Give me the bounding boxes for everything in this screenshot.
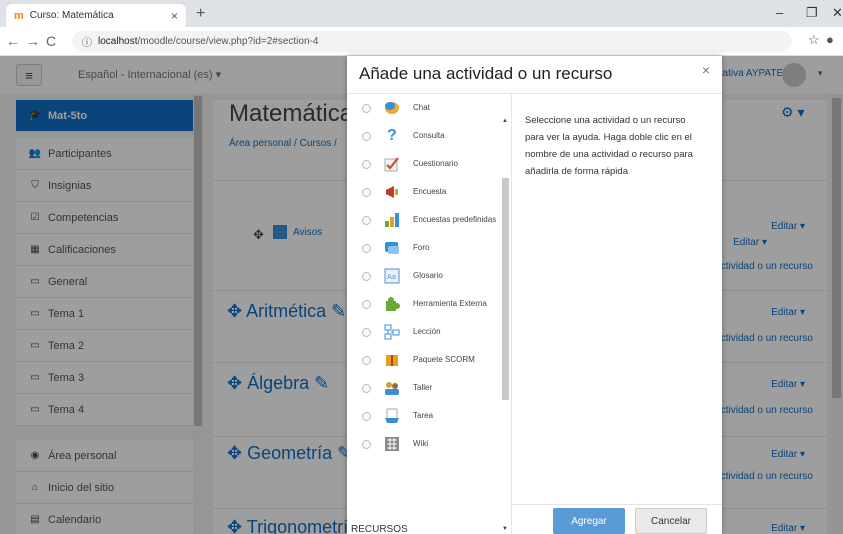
cancel-button[interactable]: Cancelar (635, 508, 707, 534)
lesson-icon (383, 323, 401, 341)
option-leccion[interactable]: Lección (347, 318, 502, 346)
star-icon[interactable]: ☆ (808, 32, 820, 48)
glossary-icon: Aa (383, 267, 401, 285)
back-icon[interactable]: ← (6, 33, 20, 49)
modal-header: Añade una actividad o un recurso × (347, 56, 722, 94)
option-taller[interactable]: Taller (347, 374, 502, 402)
option-glosario[interactable]: Aa Glosario (347, 262, 502, 290)
radio-button[interactable] (362, 159, 371, 169)
info-icon[interactable]: ⓘ (82, 34, 92, 49)
workshop-icon (383, 379, 401, 397)
maximize-icon[interactable]: ❐ (806, 5, 818, 21)
option-label: Foro (413, 243, 430, 252)
modal-title: Añade una actividad o un recurso (359, 64, 613, 83)
url-path: /moodle/course/view.php?id=2#section-4 (137, 36, 319, 47)
option-label: Lección (413, 327, 441, 336)
option-label: Cuestionario (413, 159, 458, 168)
option-chat[interactable]: Chat (347, 94, 502, 122)
radio-button[interactable] (362, 187, 371, 197)
bar-chart-icon (383, 211, 401, 229)
option-label: Encuesta (413, 187, 447, 196)
option-label: Paquete SCORM (413, 355, 475, 364)
radio-button[interactable] (362, 411, 371, 421)
radio-button[interactable] (362, 439, 371, 449)
option-cuestionario[interactable]: Cuestionario (347, 150, 502, 178)
help-text: Seleccione una actividad o un recurso pa… (525, 115, 693, 177)
option-encuestas-predefinidas[interactable]: Encuestas predefinidas (347, 206, 502, 234)
option-herramienta-externa[interactable]: Herramienta Externa (347, 290, 502, 318)
address-bar: ← → C ⓘ localhost/moodle/course/view.php… (0, 27, 843, 56)
radio-button[interactable] (362, 355, 371, 365)
forum-icon (383, 239, 401, 257)
question-icon: ? (387, 127, 397, 144)
activity-list: Chat ? Consulta Cuestionario Encuesta En… (347, 94, 512, 534)
tab-title: Curso: Matemática (29, 10, 114, 21)
megaphone-icon (383, 183, 401, 201)
radio-button[interactable] (362, 215, 371, 225)
option-foro[interactable]: Foro (347, 234, 502, 262)
assignment-icon (383, 407, 401, 425)
radio-button[interactable] (362, 327, 371, 337)
svg-text:Aa: Aa (387, 273, 396, 281)
option-label: Tarea (413, 411, 434, 420)
wiki-icon (383, 435, 401, 453)
option-label: Herramienta Externa (413, 299, 487, 308)
minimize-icon[interactable]: – (776, 5, 783, 20)
option-encuesta[interactable]: Encuesta (347, 178, 502, 206)
close-window-icon[interactable]: ✕ (832, 5, 843, 21)
radio-button[interactable] (362, 131, 371, 141)
option-wiki[interactable]: Wiki (347, 430, 502, 458)
option-label: Glosario (413, 271, 443, 280)
radio-button[interactable] (362, 383, 371, 393)
add-button[interactable]: Agregar (553, 508, 625, 534)
url-host: localhost (98, 36, 138, 47)
activity-list-scrollbar[interactable]: ▲ ▼ (501, 118, 510, 534)
option-paquete-scorm[interactable]: Paquete SCORM (347, 346, 502, 374)
browser-tab[interactable]: m Curso: Matemática × (6, 4, 186, 27)
scroll-up-icon[interactable]: ▲ (502, 118, 508, 124)
radio-button[interactable] (362, 299, 371, 309)
url-input[interactable]: ⓘ localhost/moodle/course/view.php?id=2#… (72, 31, 792, 52)
option-label: Taller (413, 383, 433, 392)
package-icon (383, 351, 401, 369)
close-tab-icon[interactable]: × (171, 9, 178, 23)
radio-button[interactable] (362, 103, 371, 113)
checkmark-icon (383, 155, 401, 173)
radio-button[interactable] (362, 271, 371, 281)
puzzle-icon (383, 295, 401, 313)
activity-chooser-dialog: Añade una actividad o un recurso × Chat … (347, 56, 722, 534)
chat-icon (383, 99, 401, 117)
resources-heading: RECURSOS (351, 524, 408, 534)
new-tab-icon[interactable]: + (196, 5, 205, 23)
moodle-icon: m (14, 9, 24, 22)
option-consulta[interactable]: ? Consulta (347, 122, 502, 150)
option-label: Encuestas predefinidas (413, 215, 497, 224)
option-label: Consulta (413, 131, 445, 140)
reload-icon[interactable]: C (46, 33, 56, 49)
close-icon[interactable]: × (702, 62, 710, 78)
radio-button[interactable] (362, 243, 371, 253)
option-label: Chat (413, 103, 430, 112)
scroll-down-icon[interactable]: ▼ (502, 526, 508, 532)
option-tarea[interactable]: Tarea (347, 402, 502, 430)
option-label: Wiki (413, 439, 429, 448)
account-icon[interactable]: ● (826, 32, 834, 47)
browser-tabbar: m Curso: Matemática × + – ❐ ✕ (0, 0, 843, 27)
forward-icon[interactable]: → (26, 33, 40, 49)
